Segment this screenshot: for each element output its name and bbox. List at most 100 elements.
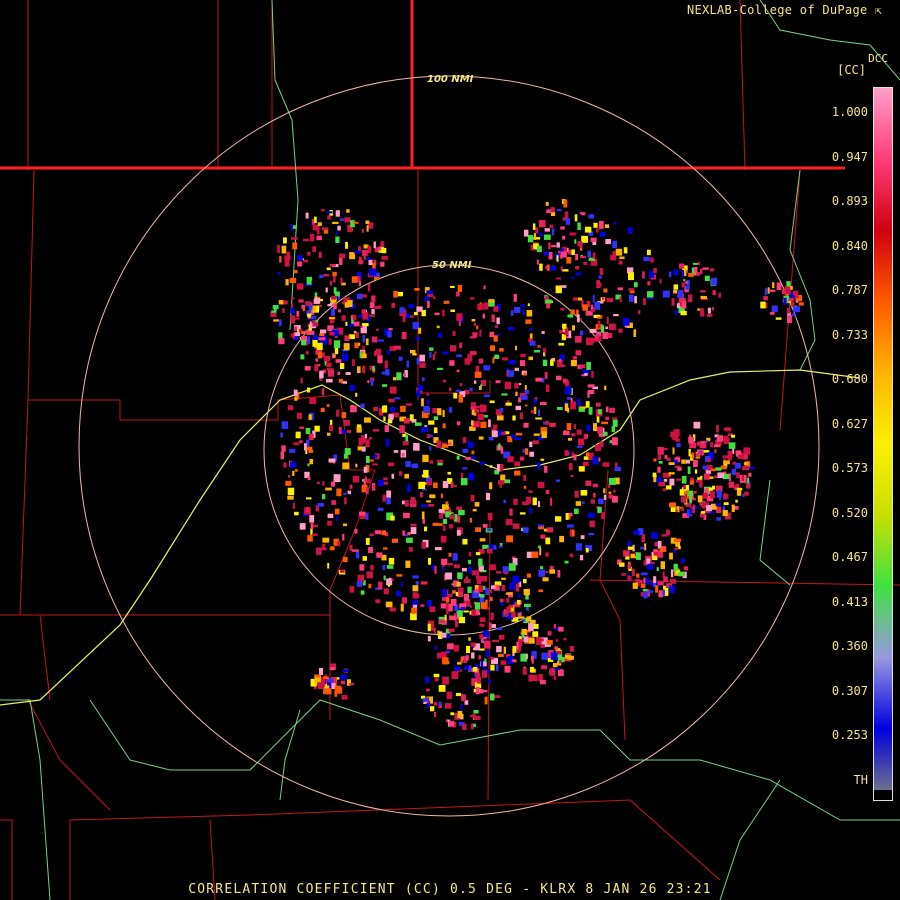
echo-pixel	[604, 385, 607, 391]
echo-pixel	[683, 279, 686, 282]
echo-pixel	[405, 533, 408, 537]
echo-pixel	[416, 357, 420, 365]
echo-pixel	[359, 564, 365, 571]
echo-pixel	[287, 475, 291, 478]
echo-pixel	[723, 502, 729, 506]
echo-pixel	[563, 638, 567, 641]
echo-pixel	[327, 520, 332, 526]
echo-pixel	[567, 524, 574, 528]
echo-pixel	[603, 488, 606, 494]
echo-pixel	[498, 653, 504, 657]
echo-pixel	[284, 255, 291, 261]
echo-pixel	[525, 404, 528, 407]
echo-pixel	[318, 251, 322, 258]
echo-pixel	[504, 665, 511, 673]
echo-pixel	[520, 353, 526, 358]
echo-pixel	[505, 518, 513, 526]
echo-pixel	[396, 574, 403, 577]
echo-pixel	[659, 279, 662, 284]
echo-pixel	[537, 245, 542, 253]
echo-pixel	[590, 304, 593, 310]
echo-pixel	[571, 433, 576, 437]
echo-pixel	[335, 359, 342, 363]
echo-pixel	[414, 288, 420, 291]
echo-pixel	[473, 323, 476, 326]
echo-pixel	[367, 245, 372, 253]
echo-pixel	[462, 448, 469, 453]
echo-pixel	[433, 427, 438, 434]
echo-pixel	[483, 365, 491, 371]
echo-pixel	[657, 466, 661, 473]
echo-pixel	[310, 233, 315, 242]
echo-pixel	[457, 587, 464, 592]
echo-pixel	[434, 645, 437, 651]
echo-pixel	[642, 271, 645, 279]
echo-pixel	[772, 282, 775, 289]
echo-pixel	[769, 289, 776, 292]
echo-pixel	[402, 530, 405, 536]
echo-pixel	[679, 263, 685, 269]
echo-pixel	[329, 332, 335, 336]
echo-pixel	[669, 503, 676, 508]
echo-pixel	[498, 333, 501, 336]
echo-pixel	[545, 299, 552, 304]
echo-pixel	[551, 228, 555, 236]
echo-pixel	[299, 426, 305, 429]
echo-pixel	[344, 448, 351, 455]
echo-pixel	[736, 490, 742, 496]
echo-pixel	[545, 571, 549, 573]
echo-pixel	[321, 227, 329, 230]
echo-pixel	[382, 405, 387, 410]
echo-pixel	[349, 586, 355, 593]
echo-pixel	[608, 494, 613, 499]
echo-pixel	[432, 353, 436, 360]
echo-pixel	[706, 505, 712, 512]
echo-pixel	[514, 461, 520, 467]
echo-pixel	[333, 474, 341, 482]
echo-pixel	[433, 629, 436, 634]
legend-tick: 0.253	[831, 728, 868, 742]
echo-pixel	[360, 403, 365, 409]
echo-pixel	[426, 392, 429, 396]
echo-pixel	[508, 360, 516, 365]
echo-pixel	[560, 285, 567, 288]
echo-pixel	[429, 347, 434, 351]
echo-pixel	[512, 575, 520, 584]
echo-pixel	[488, 299, 495, 303]
echo-pixel	[445, 703, 452, 709]
echo-pixel	[426, 290, 434, 295]
echo-pixel	[421, 309, 426, 317]
echo-pixel	[450, 309, 455, 312]
echo-pixel	[469, 517, 472, 523]
echo-pixel	[502, 357, 508, 361]
echo-pixel	[422, 377, 425, 382]
echo-pixel	[566, 423, 572, 431]
echo-pixel	[294, 511, 299, 516]
echo-pixel	[430, 434, 433, 438]
echo-pixel	[481, 670, 488, 678]
echo-pixel	[437, 652, 443, 659]
echo-pixel	[303, 259, 309, 263]
echo-pixel	[598, 275, 602, 279]
echo-pixel	[318, 337, 326, 341]
echo-pixel	[597, 316, 602, 319]
echo-pixel	[544, 228, 550, 232]
echo-pixel	[553, 623, 556, 629]
echo-pixel	[281, 421, 289, 429]
echo-pixel	[400, 603, 404, 612]
echo-pixel	[351, 276, 358, 283]
echo-pixel	[744, 491, 749, 496]
echo-pixel	[579, 330, 584, 336]
echo-pixel	[522, 309, 525, 315]
echo-pixel	[354, 529, 358, 534]
echo-pixel	[793, 306, 800, 313]
echo-pixel	[365, 439, 370, 447]
echo-pixel	[680, 558, 685, 563]
echo-pixel	[682, 270, 685, 278]
echo-pixel	[278, 319, 282, 326]
echo-pixel	[590, 499, 595, 504]
echo-pixel	[462, 467, 468, 470]
echo-pixel	[322, 537, 330, 543]
echo-pixel	[305, 427, 311, 435]
echo-pixel	[575, 335, 582, 343]
